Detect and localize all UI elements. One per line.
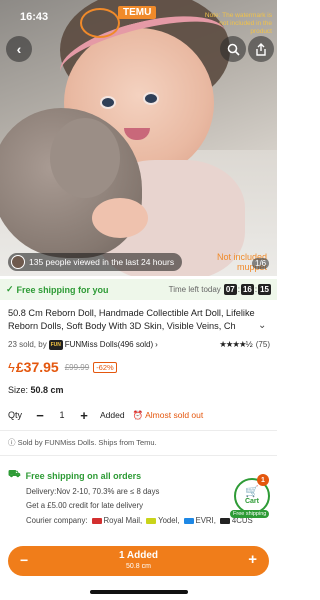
original-price: £99.99: [64, 362, 90, 372]
almost-sold-out-text: Almost sold out: [145, 409, 204, 420]
yodel-logo: [146, 517, 157, 524]
added-count: 1 Added: [118, 550, 159, 561]
size-row[interactable]: Size: 50.8 cm: [8, 385, 64, 395]
home-indicator: [90, 590, 188, 594]
store-logo: FUN: [48, 339, 63, 350]
search-icon: [227, 43, 240, 56]
chevron-down-icon[interactable]: ⌄: [258, 320, 266, 331]
bottom-plus-button[interactable]: +: [248, 551, 257, 568]
qty-label: Qty: [8, 410, 23, 420]
size-value: 50.8 cm: [30, 385, 64, 395]
courier-royal-mail: Royal Mail,: [103, 516, 143, 525]
timer-label: Time left today: [168, 285, 221, 294]
cart-icon: 🛒: [245, 486, 259, 498]
added-variant: 50.8 cm: [126, 563, 151, 570]
timer-hours: 07: [223, 284, 237, 295]
current-price: £37.95: [15, 359, 59, 375]
evri-logo: [183, 517, 194, 524]
lightning-icon: ϟ: [8, 359, 15, 375]
image-counter: 1/6: [252, 258, 270, 269]
status-time: 16:43: [20, 11, 49, 23]
divider: [0, 430, 277, 431]
sold-count: 23 sold, by: [8, 340, 47, 349]
check-icon: ✓: [6, 284, 14, 294]
highlight-circle: [80, 8, 120, 38]
almost-sold-out: ⏰ Almost sold out: [133, 410, 204, 421]
watermark-note: Note: The watermark is not included in t…: [204, 12, 272, 35]
share-icon: [256, 42, 266, 56]
free-shipping-bar: ✓ Free shipping for you Time left today …: [0, 279, 277, 300]
truck-icon: ⛟: [8, 469, 21, 480]
discount-badge: -62%: [93, 361, 117, 373]
share-button[interactable]: [248, 36, 274, 62]
royal-mail-logo: [91, 517, 102, 524]
timer-minutes: 16: [240, 284, 254, 295]
product-title[interactable]: 50.8 Cm Reborn Doll, Handmade Collectibl…: [8, 307, 266, 332]
chevron-right-icon[interactable]: ›: [155, 340, 158, 349]
delivery-estimate: Delivery:Nov 2-10, 70.3% are ≤ 8 days: [26, 487, 160, 496]
back-button[interactable]: ‹: [6, 36, 32, 62]
alarm-icon: ⏰: [132, 409, 144, 420]
brand-watermark-label: TEMU: [118, 6, 157, 19]
cart-badge: 1: [257, 474, 269, 486]
added-to-cart-bar: − 1 Added 50.8 cm +: [8, 546, 269, 576]
sold-row: 23 sold, by FUN FUNMiss Dolls(496 sold) …: [8, 339, 270, 350]
qty-value[interactable]: 1: [48, 410, 76, 420]
4cus-logo: [219, 517, 230, 524]
quantity-row: Qty − 1 + Added ⏰ Almost sold out: [8, 407, 203, 423]
courier-yodel: Yodel,: [158, 516, 180, 525]
courier-evri: EVRI,: [195, 516, 216, 525]
viewed-text: 135 people viewed in the last 24 hours: [29, 257, 175, 267]
cart-free-shipping-tag: Free shipping: [230, 510, 270, 518]
timer-seconds: 15: [258, 284, 271, 295]
doll-hand: [92, 198, 148, 238]
doll-eye-right: [143, 92, 159, 105]
divider: [0, 455, 277, 456]
size-label: Size:: [8, 385, 29, 395]
shipping-info[interactable]: ⛟ Free shipping on all orders: [8, 469, 270, 482]
courier-row: Courier company: Royal Mail, Yodel, EVRI…: [26, 516, 253, 525]
shipping-title: Free shipping on all orders: [25, 470, 142, 481]
courier-label: Courier company:: [26, 516, 88, 525]
added-label: Added: [100, 410, 125, 420]
qty-minus-button[interactable]: −: [32, 407, 48, 423]
search-button[interactable]: [220, 36, 246, 62]
free-shipping-label: Free shipping for you: [16, 284, 109, 295]
doll-eye-left: [100, 96, 116, 109]
cart-label: Cart: [244, 498, 259, 505]
rating-stars[interactable]: ★★★★½: [219, 339, 253, 350]
elephant-ear: [50, 118, 120, 198]
late-delivery-credit: Get a £5.00 credit for late delivery: [26, 501, 144, 510]
price-row: ϟ £37.95 £99.99 -62%: [8, 359, 117, 375]
store-link[interactable]: FUNMiss Dolls(496 sold): [65, 340, 153, 349]
viewed-count-pill: 135 people viewed in the last 24 hours: [8, 253, 183, 271]
sold-by-text[interactable]: ⓘ Sold by FUNMiss Dolls. Ships from Temu…: [8, 437, 157, 448]
viewer-avatar: [11, 255, 25, 269]
rating-count[interactable]: (75): [256, 340, 270, 349]
bottom-minus-button[interactable]: −: [20, 552, 28, 568]
qty-plus-button[interactable]: +: [76, 407, 92, 423]
chevron-left-icon: ‹: [16, 41, 22, 57]
